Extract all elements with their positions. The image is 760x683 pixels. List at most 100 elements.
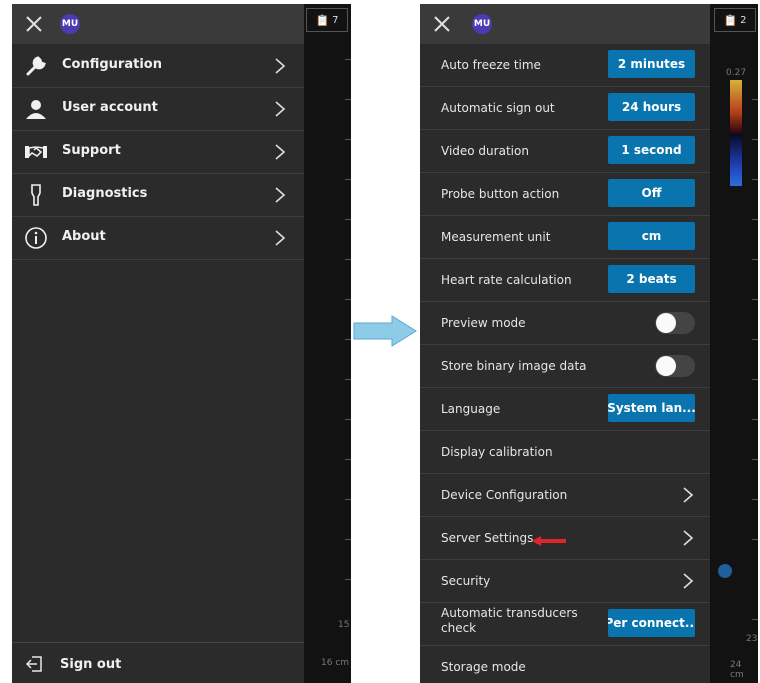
toggle-knob (656, 313, 676, 333)
avatar[interactable]: MU (60, 14, 80, 34)
setting-label: Auto freeze time (441, 58, 541, 72)
setting-automatic-sign-out: Automatic sign out 24 hours (420, 87, 710, 130)
menu-item-configuration[interactable]: Configuration (12, 44, 304, 88)
menu-item-about[interactable]: About (12, 216, 304, 260)
heart-rate-calculation-button[interactable]: 2 beats (608, 265, 695, 293)
close-icon[interactable] (430, 12, 454, 36)
right-topbar: MU (420, 4, 710, 44)
left-topbar: MU (12, 4, 304, 44)
depth-label: 16 cm (321, 658, 350, 668)
automatic-sign-out-button[interactable]: 24 hours (608, 93, 695, 121)
setting-measurement-unit: Measurement unit cm (420, 216, 710, 259)
menu-item-diagnostics[interactable]: Diagnostics (12, 173, 304, 217)
menu-item-user-account[interactable]: User account (12, 87, 304, 131)
setting-heart-rate-calculation: Heart rate calculation 2 beats (420, 259, 710, 302)
setting-display-calibration[interactable]: Display calibration (420, 431, 710, 474)
setting-auto-freeze-time: Auto freeze time 2 minutes (420, 44, 710, 87)
depth-tick (752, 379, 758, 380)
chevron-right-icon (274, 143, 286, 161)
setting-label: Preview mode (441, 316, 526, 330)
setting-label: Language (441, 402, 501, 416)
menu-item-label: About (62, 229, 106, 244)
setting-label: Measurement unit (441, 230, 551, 244)
setting-probe-button-action: Probe button action Off (420, 173, 710, 216)
depth-tick (752, 99, 758, 100)
setting-language: Language System lan... (420, 388, 710, 431)
language-button[interactable]: System lan... (608, 394, 695, 422)
setting-label: Device Configuration (441, 488, 568, 502)
close-icon[interactable] (22, 12, 46, 36)
store-binary-image-data-toggle[interactable] (655, 355, 695, 377)
left-image-strip: 📋 7 15 16 cm (304, 4, 351, 683)
menu-item-label: Diagnostics (62, 186, 148, 201)
measurement-unit-button[interactable]: cm (608, 222, 695, 250)
clipboard-icon: 📋 (723, 13, 738, 27)
depth-tick (345, 539, 351, 540)
depth-tick (752, 259, 758, 260)
probe-icon (24, 183, 48, 207)
depth-tick (345, 219, 351, 220)
depth-tick (345, 299, 351, 300)
sign-out-label: Sign out (60, 657, 122, 672)
depth-tick (345, 419, 351, 420)
video-duration-button[interactable]: 1 second (608, 136, 695, 164)
setting-label: Server Settings (441, 531, 534, 545)
setting-label: Security (441, 574, 491, 588)
right-badge-count: 2 (740, 14, 747, 26)
clipboard-icon: 📋 (315, 13, 330, 27)
sign-out-divider (12, 642, 304, 643)
chevron-right-icon (274, 57, 286, 75)
setting-label: Store binary image data (441, 359, 587, 373)
focus-marker[interactable] (718, 564, 732, 578)
chevron-right-icon (274, 100, 286, 118)
chevron-right-icon (274, 229, 286, 247)
setting-label: Heart rate calculation (441, 273, 572, 287)
preview-mode-toggle[interactable] (655, 312, 695, 334)
auto-freeze-time-button[interactable]: 2 minutes (608, 50, 695, 78)
depth-tick (752, 539, 758, 540)
automatic-transducers-check-button[interactable]: Per connect... (608, 609, 695, 637)
right-clipboard-badge[interactable]: 📋 2 (714, 8, 756, 32)
setting-server-settings[interactable]: Server Settings (420, 517, 710, 560)
depth-tick (752, 179, 758, 180)
chevron-right-icon (274, 186, 286, 204)
avatar[interactable]: MU (472, 14, 492, 34)
menu-item-label: User account (62, 100, 158, 115)
setting-automatic-transducers-check: Automatic transducers check Per connect.… (420, 603, 710, 646)
setting-label: Display calibration (441, 445, 553, 459)
menu-item-support[interactable]: Support (12, 130, 304, 174)
depth-tick (752, 459, 758, 460)
depth-tick (345, 59, 351, 60)
setting-label: Automatic transducers check (441, 606, 578, 635)
depth-tick (752, 499, 758, 500)
left-menu-panel: MU Configuration User account Support Di… (12, 4, 304, 683)
setting-label: Storage mode (441, 660, 526, 674)
menu-item-label: Configuration (62, 57, 162, 72)
depth-tick (752, 219, 758, 220)
handshake-icon (24, 140, 48, 164)
user-icon (24, 97, 48, 121)
depth-tick (752, 139, 758, 140)
left-clipboard-badge[interactable]: 📋 7 (306, 8, 348, 32)
menu-item-label: Support (62, 143, 121, 158)
setting-label: Video duration (441, 144, 529, 158)
depth-tick (345, 179, 351, 180)
color-scale-bar (730, 80, 742, 186)
depth-tick (752, 299, 758, 300)
setting-store-binary-image-data: Store binary image data (420, 345, 710, 388)
info-icon (24, 226, 48, 250)
depth-tick (752, 419, 758, 420)
transition-arrow (352, 314, 418, 348)
chevron-right-icon (682, 486, 694, 504)
setting-device-configuration[interactable]: Device Configuration (420, 474, 710, 517)
depth-tick (345, 459, 351, 460)
depth-tick (345, 339, 351, 340)
chevron-right-icon (682, 529, 694, 547)
colorbar-value: 0.27 (726, 68, 747, 78)
probe-button-action-button[interactable]: Off (608, 179, 695, 207)
left-badge-count: 7 (332, 14, 339, 26)
sign-out-button[interactable]: Sign out (12, 649, 304, 681)
setting-security[interactable]: Security (420, 560, 710, 603)
setting-storage-mode[interactable]: Storage mode (420, 646, 710, 683)
scale-label: 15 (338, 620, 350, 630)
